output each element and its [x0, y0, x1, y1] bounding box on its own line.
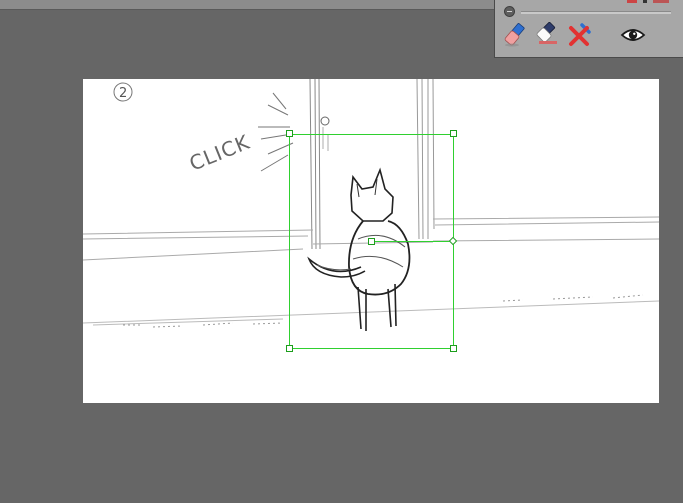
red-x-icon — [569, 23, 591, 46]
clear-tool[interactable] — [567, 22, 593, 48]
eraser-tool[interactable] — [535, 22, 561, 48]
visibility-toggle[interactable] — [620, 22, 646, 48]
sketch-panel-number: 2 — [119, 86, 127, 101]
pencil-eraser-tool[interactable] — [503, 22, 529, 48]
panel-collapse-button[interactable] — [504, 6, 515, 17]
selection-handle-bottom-right[interactable] — [450, 345, 457, 352]
selection-handle-top-right[interactable] — [450, 130, 457, 137]
pivot-line — [375, 241, 451, 242]
selection-handle-bottom-left[interactable] — [286, 345, 293, 352]
panel-clipped-icons — [625, 0, 671, 3]
drawing-canvas[interactable]: 2 CLICK — [83, 79, 659, 403]
selection-center-handle[interactable] — [368, 238, 375, 245]
eraser-icon — [536, 22, 557, 44]
sketch-sound-effect: CLICK — [186, 130, 253, 176]
panel-slider[interactable] — [521, 11, 671, 14]
eye-icon — [620, 29, 646, 41]
selection-handle-top-left[interactable] — [286, 130, 293, 137]
pencil-eraser-icon — [504, 23, 525, 47]
tool-panel — [494, 0, 683, 58]
